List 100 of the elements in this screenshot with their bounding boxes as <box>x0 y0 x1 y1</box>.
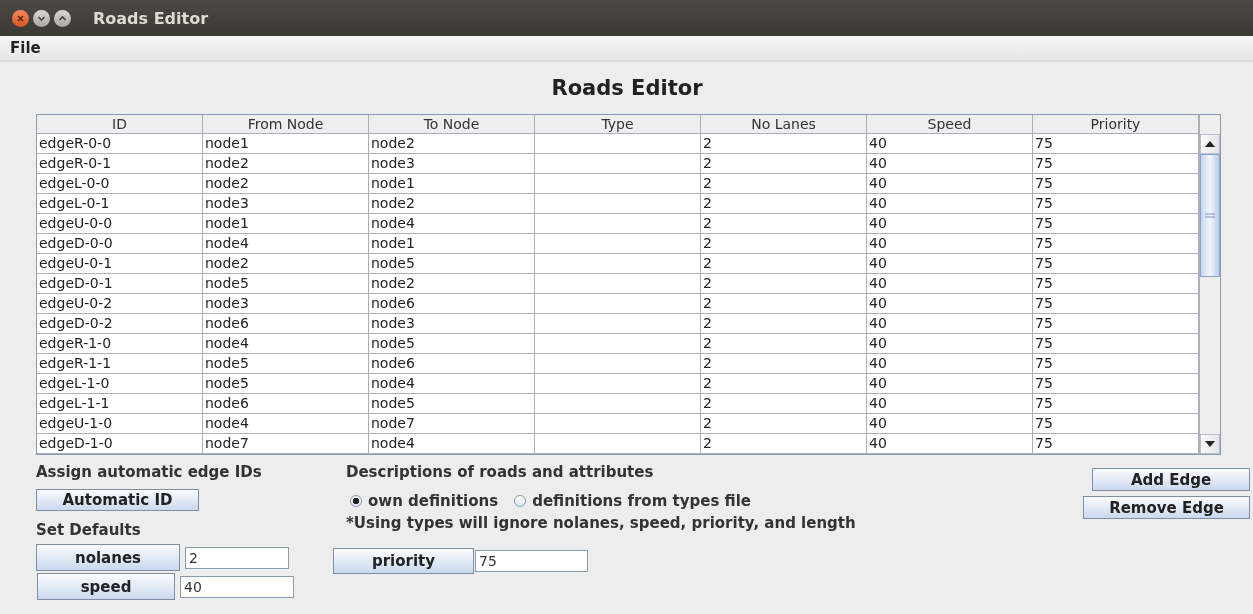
table-cell: node3 <box>369 154 535 174</box>
table-cell: 2 <box>701 134 867 154</box>
table-cell: node5 <box>203 274 369 294</box>
window-title: Roads Editor <box>93 8 209 28</box>
table-cell: node1 <box>369 174 535 194</box>
table-cell: 40 <box>867 434 1033 454</box>
default-button[interactable]: priority <box>333 548 474 574</box>
table-cell: node3 <box>369 314 535 334</box>
scrollbar[interactable] <box>1200 134 1220 454</box>
edge-button[interactable]: Add Edge <box>1092 468 1250 491</box>
section-label: Assign automatic edge IDs <box>36 463 263 481</box>
table-cell: node1 <box>203 134 369 154</box>
note-text: *Using types will ignore nolanes, speed, priority, and length <box>346 514 857 532</box>
table-cell: 40 <box>867 354 1033 374</box>
table-cell: 40 <box>867 194 1033 214</box>
table-cell: 75 <box>1033 434 1199 454</box>
edge-button[interactable]: Remove Edge <box>1083 496 1250 519</box>
table-cell: 2 <box>701 354 867 374</box>
table-cell: 2 <box>701 194 867 214</box>
table-cell: node5 <box>203 374 369 394</box>
table-cell: edgeR-1-0 <box>37 334 203 354</box>
table-cell: 2 <box>701 334 867 354</box>
table-cell: edgeR-0-0 <box>37 134 203 154</box>
table-cell: 2 <box>701 294 867 314</box>
input-field[interactable]: 75 <box>475 550 588 572</box>
table-cell: node2 <box>203 154 369 174</box>
table-cell: node2 <box>203 254 369 274</box>
table-cell: node6 <box>369 354 535 374</box>
table-cell: 2 <box>701 214 867 234</box>
column-header[interactable]: No Lanes <box>701 115 867 134</box>
table-cell: 2 <box>701 314 867 334</box>
table-cell: node5 <box>203 354 369 374</box>
table-cell: edgeR-0-1 <box>37 154 203 174</box>
table-cell: 40 <box>867 314 1033 334</box>
table-cell: 40 <box>867 414 1033 434</box>
input-field[interactable]: 2 <box>185 546 289 569</box>
table-cell: node4 <box>369 434 535 454</box>
table-cell: node2 <box>369 274 535 294</box>
column-header[interactable]: From Node <box>203 115 369 134</box>
scroll-thumb[interactable] <box>1200 154 1220 277</box>
table-cell: 40 <box>867 294 1033 314</box>
table-cell: edgeL-0-0 <box>37 174 203 194</box>
table-cell: edgeL-0-1 <box>37 194 203 214</box>
table-cell: node5 <box>369 254 535 274</box>
table-cell: 40 <box>867 254 1033 274</box>
table-cell: edgeU-0-1 <box>37 254 203 274</box>
table-cell: 2 <box>701 154 867 174</box>
table-cell: edgeD-1-0 <box>37 434 203 454</box>
table-cell: node3 <box>203 194 369 214</box>
table-cell: 2 <box>701 374 867 394</box>
table-cell: node4 <box>369 374 535 394</box>
default-button[interactable]: nolanes <box>36 544 180 571</box>
column-header[interactable]: To Node <box>369 115 535 134</box>
table-cell: node3 <box>203 294 369 314</box>
table-cell: node5 <box>369 394 535 414</box>
input-field[interactable]: 40 <box>180 575 294 598</box>
table-cell: 2 <box>701 254 867 274</box>
table-cell: edgeD-0-0 <box>37 234 203 254</box>
radio-option[interactable]: definitions from types file <box>514 492 751 510</box>
column-header[interactable]: Type <box>535 115 701 134</box>
table-cell: edgeU-0-2 <box>37 294 203 314</box>
table-cell: edgeU-1-0 <box>37 414 203 434</box>
table-cell: 40 <box>867 174 1033 194</box>
table-cell: edgeU-0-0 <box>37 214 203 234</box>
table-cell: 2 <box>701 174 867 194</box>
editor-heading: Roads Editor <box>550 76 704 102</box>
table-cell: 40 <box>867 234 1033 254</box>
table-cell: node4 <box>203 414 369 434</box>
section-label: Descriptions of roads and attributes <box>346 463 655 481</box>
table-cell: edgeL-1-1 <box>37 394 203 414</box>
table-cell: node4 <box>369 214 535 234</box>
table-cell: 2 <box>701 394 867 414</box>
column-header[interactable]: Priority <box>1033 115 1199 134</box>
table-cell: 40 <box>867 374 1033 394</box>
default-button[interactable]: speed <box>37 573 175 600</box>
scroll-down-icon[interactable] <box>1200 434 1220 454</box>
table-cell: edgeD-0-1 <box>37 274 203 294</box>
close-icon[interactable] <box>12 9 29 27</box>
table-cell: node6 <box>203 314 369 334</box>
automatic-id-button[interactable]: Automatic ID <box>36 489 199 511</box>
table-cell: edgeL-1-0 <box>37 374 203 394</box>
table-cell: node4 <box>203 334 369 354</box>
table-cell: node6 <box>203 394 369 414</box>
table-cell: node4 <box>203 234 369 254</box>
menu-item[interactable]: File <box>10 39 41 57</box>
table-cell: node1 <box>369 234 535 254</box>
scroll-up-icon[interactable] <box>1200 134 1220 154</box>
minimize-icon[interactable] <box>33 9 50 27</box>
maximize-icon[interactable] <box>54 9 71 27</box>
column-header[interactable]: ID <box>37 115 203 134</box>
table-cell: node6 <box>369 294 535 314</box>
table-cell: node2 <box>369 134 535 154</box>
table-cell: node2 <box>369 194 535 214</box>
table-cell: node5 <box>369 334 535 354</box>
column-header[interactable]: Speed <box>867 115 1033 134</box>
radio-option[interactable]: own definitions <box>350 492 499 510</box>
table-cell: 2 <box>701 234 867 254</box>
table-cell: node1 <box>203 214 369 234</box>
table-cell: 40 <box>867 214 1033 234</box>
table-cell: edgeD-0-2 <box>37 314 203 334</box>
